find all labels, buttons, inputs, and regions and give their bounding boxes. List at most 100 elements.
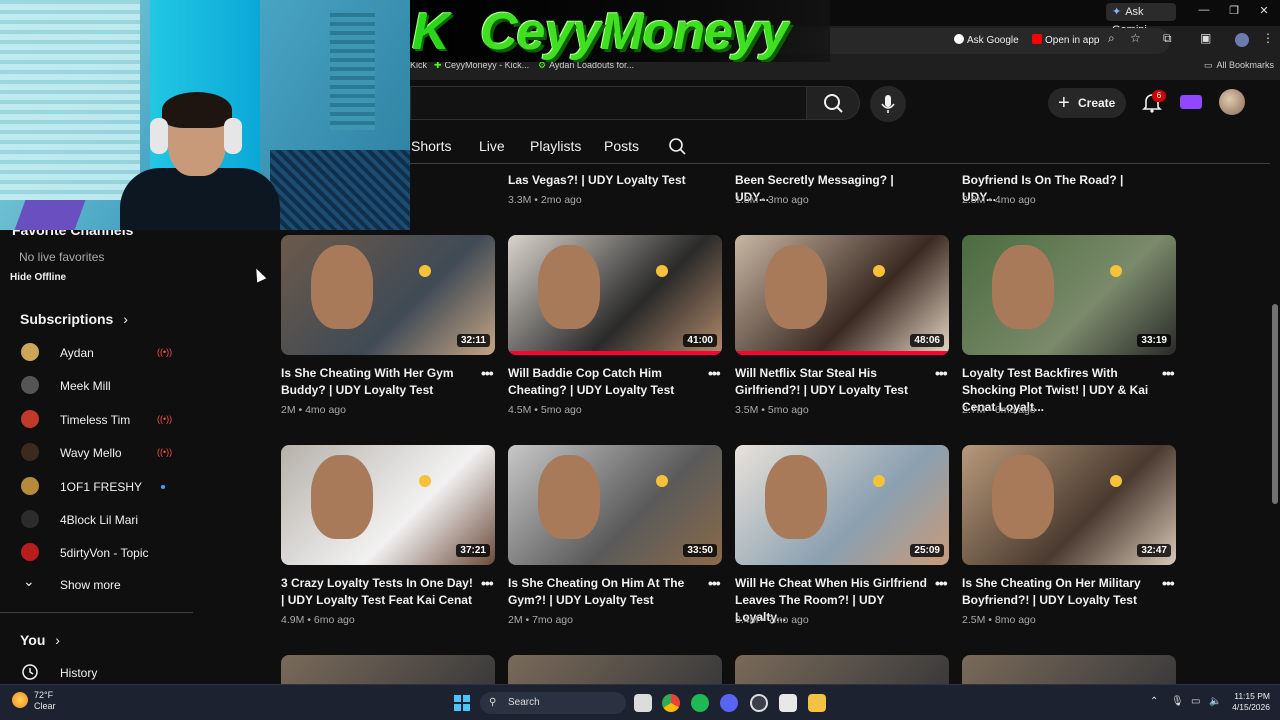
video-card-partial[interactable]: Boyfriend Is On The Road? | UDY... 2.8M …	[962, 172, 1177, 212]
show-more-button[interactable]: ⌄ Show more	[0, 570, 193, 600]
video-card[interactable]: 32:11 Is She Cheating With Her Gym Buddy?…	[281, 235, 496, 435]
sidebar-item-subscription[interactable]: Wavy Mello ((•))	[0, 438, 193, 468]
microphone-icon	[881, 95, 895, 113]
spotify-icon[interactable]	[691, 694, 709, 712]
divider	[0, 612, 193, 613]
video-thumbnail[interactable]: 33:19	[962, 235, 1176, 355]
video-card[interactable]: 33:50 Is She Cheating On Him At The Gym?!…	[508, 445, 723, 645]
more-options-icon[interactable]: •••	[708, 365, 721, 381]
sidebar-item-subscription[interactable]: 4Block Lil Mari	[0, 505, 193, 535]
video-card-partial[interactable]: Been Secretly Messaging? | UDY... 1.8M •…	[735, 172, 950, 212]
app-icon[interactable]	[779, 694, 797, 712]
system-clock[interactable]: 11:15 PM 4/15/2026	[1228, 691, 1270, 713]
video-duration: 41:00	[683, 334, 717, 347]
account-avatar[interactable]	[1219, 89, 1245, 115]
search-icon	[824, 94, 843, 113]
search-button[interactable]	[806, 86, 860, 120]
tab-posts[interactable]: Posts	[604, 138, 639, 154]
bookmark-star-icon[interactable]: ☆	[1130, 31, 1141, 45]
ask-google-chip[interactable]: Ask Google	[954, 33, 1019, 49]
tab-live[interactable]: Live	[479, 138, 505, 154]
windows-start-button[interactable]	[454, 695, 470, 711]
profile-icon[interactable]	[1235, 33, 1249, 47]
person-face	[765, 245, 827, 329]
restore-icon[interactable]: ❐	[1226, 4, 1242, 17]
video-thumbnail[interactable]	[508, 655, 722, 684]
network-icon[interactable]: ▭	[1191, 696, 1200, 707]
chrome-icon[interactable]	[662, 694, 680, 712]
steam-icon[interactable]	[750, 694, 768, 712]
video-title[interactable]: 3 Crazy Loyalty Tests In One Day! | UDY …	[281, 575, 473, 609]
microphone-tray-icon[interactable]: 🎙	[1171, 696, 1184, 707]
scrollbar-thumb[interactable]	[1272, 304, 1278, 504]
video-meta: 3.4M • 7mo ago	[735, 614, 809, 626]
video-card[interactable]: 41:00 Will Baddie Cop Catch Him Cheating?…	[508, 235, 723, 435]
video-thumbnail[interactable]: 32:11	[281, 235, 495, 355]
video-card[interactable]: 48:06 Will Netflix Star Steal His Girlfri…	[735, 235, 950, 435]
subscriptions-heading[interactable]: Subscriptions ›	[20, 311, 128, 327]
tab-playlists[interactable]: Playlists	[530, 138, 581, 154]
tray-overflow-icon[interactable]: ⌃	[1150, 696, 1158, 707]
more-options-icon[interactable]: •••	[935, 365, 948, 381]
video-card-partial[interactable]: Las Vegas?! | UDY Loyalty Test 3.3M • 2m…	[508, 172, 723, 212]
video-thumbnail[interactable]	[962, 655, 1176, 684]
task-view-icon[interactable]	[634, 694, 652, 712]
video-card[interactable]: 25:09 Will He Cheat When His Girlfriend L…	[735, 445, 950, 645]
video-thumbnail[interactable]: 33:50	[508, 445, 722, 565]
video-thumbnail[interactable]: 48:06	[735, 235, 949, 355]
you-heading[interactable]: You ›	[20, 632, 60, 648]
video-title[interactable]: Is She Cheating On Him At The Gym?! | UD…	[508, 575, 700, 609]
sidebar-item-subscription[interactable]: Aydan ((•))	[0, 338, 193, 368]
open-in-app-chip[interactable]: Open in app	[1032, 33, 1100, 49]
video-title[interactable]: Las Vegas?! | UDY Loyalty Test	[508, 172, 700, 189]
more-options-icon[interactable]: •••	[481, 365, 494, 381]
minimize-icon[interactable]: —	[1196, 4, 1212, 16]
ask-gemini-button[interactable]: ✦Ask Gemini	[1106, 3, 1176, 36]
taskbar-search[interactable]: ⚲ Search	[480, 692, 626, 714]
more-options-icon[interactable]: •••	[935, 575, 948, 591]
volume-icon[interactable]: 🔈	[1209, 696, 1221, 707]
video-thumbnail[interactable]: 41:00	[508, 235, 722, 355]
sidebar-item-subscription[interactable]: 5dirtyVon - Topic	[0, 538, 193, 568]
file-explorer-icon[interactable]	[808, 694, 826, 712]
video-title[interactable]: Is She Cheating With Her Gym Buddy? | UD…	[281, 365, 473, 399]
video-card[interactable]: 37:21 3 Crazy Loyalty Tests In One Day! |…	[281, 445, 496, 645]
video-thumbnail[interactable]: 25:09	[735, 445, 949, 565]
video-card[interactable]: 33:19 Loyalty Test Backfires With Shockin…	[962, 235, 1177, 435]
more-options-icon[interactable]: •••	[481, 575, 494, 591]
voice-search-button[interactable]	[870, 86, 906, 122]
video-title[interactable]: Will Netflix Star Steal His Girlfriend?!…	[735, 365, 927, 399]
more-options-icon[interactable]: •••	[1162, 575, 1175, 591]
twitch-extension-icon[interactable]	[1180, 95, 1202, 109]
video-thumbnail[interactable]	[281, 655, 495, 684]
all-bookmarks[interactable]: ▭ All Bookmarks	[1204, 60, 1274, 71]
tab-shorts[interactable]: Shorts	[411, 138, 451, 154]
video-card[interactable]: 32:47 Is She Cheating On Her Military Boy…	[962, 445, 1177, 645]
zoom-icon[interactable]: ⌕	[1108, 31, 1115, 46]
create-button[interactable]: + Create	[1048, 88, 1126, 118]
video-duration: 48:06	[910, 334, 944, 347]
discord-icon[interactable]	[720, 694, 738, 712]
video-thumbnail[interactable]: 32:47	[962, 445, 1176, 565]
sidepanel-icon[interactable]: ▣	[1200, 31, 1211, 45]
more-options-icon[interactable]: •••	[1162, 365, 1175, 381]
sidebar-item-subscription[interactable]: 1OF1 FRESHY	[0, 472, 193, 502]
video-thumbnail[interactable]	[735, 655, 949, 684]
close-icon[interactable]: ✕	[1256, 4, 1272, 17]
page-scrollbar[interactable]	[1270, 164, 1280, 684]
sidebar-item-subscription[interactable]: Timeless Tim ((•))	[0, 405, 193, 435]
video-title[interactable]: Will Baddie Cop Catch Him Cheating? | UD…	[508, 365, 700, 399]
sidebar-item-subscription[interactable]: Meek Mill	[0, 371, 193, 401]
video-duration: 32:11	[456, 334, 490, 347]
channel-search-icon[interactable]	[668, 137, 686, 155]
search-input[interactable]	[410, 86, 808, 120]
more-options-icon[interactable]: •••	[708, 575, 721, 591]
hide-offline-toggle[interactable]: Hide Offline	[10, 272, 66, 283]
video-thumbnail[interactable]: 37:21	[281, 445, 495, 565]
extensions-icon[interactable]: ⧉	[1163, 31, 1172, 46]
kebab-menu-icon[interactable]: ⋮	[1262, 31, 1274, 45]
sidebar-item-label: Timeless Tim	[60, 412, 131, 427]
video-title[interactable]: Is She Cheating On Her Military Boyfrien…	[962, 575, 1154, 609]
video-duration: 33:50	[683, 544, 717, 557]
headphone-right	[224, 118, 242, 154]
